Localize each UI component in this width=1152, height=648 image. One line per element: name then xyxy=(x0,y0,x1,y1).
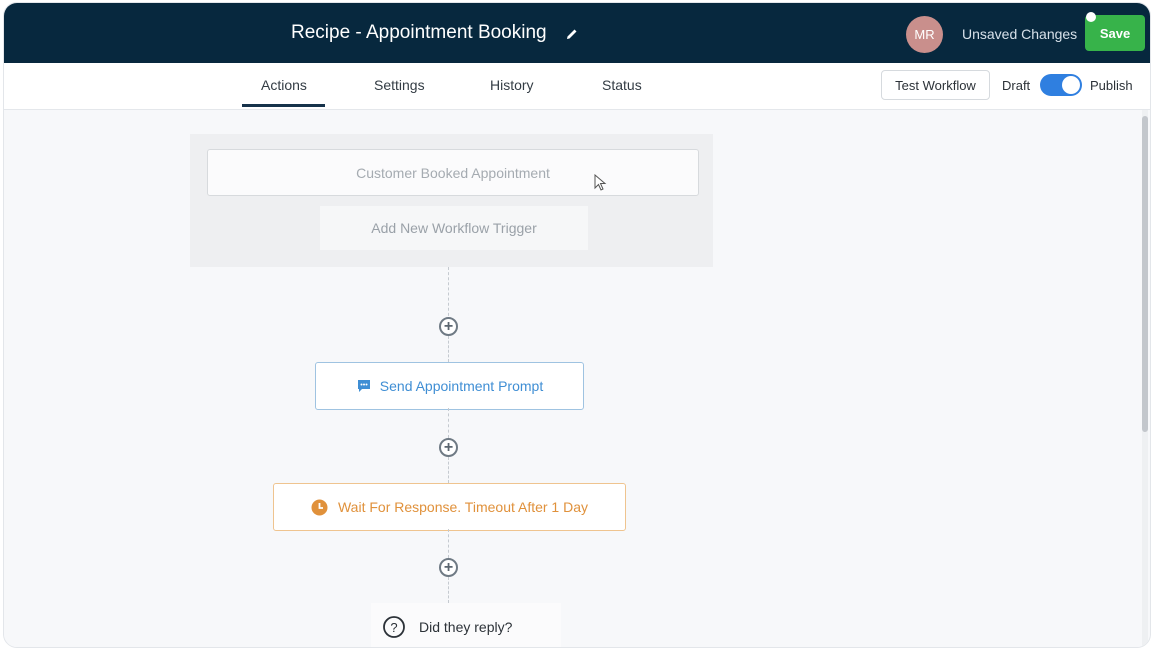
clock-icon xyxy=(311,499,328,515)
condition-step[interactable]: ? Did they reply? xyxy=(371,603,561,647)
test-workflow-button[interactable]: Test Workflow xyxy=(881,70,990,100)
workflow-title: Recipe - Appointment Booking xyxy=(291,22,547,43)
avatar[interactable]: MR xyxy=(906,16,943,53)
top-header: Recipe - Appointment Booking MR Unsaved … xyxy=(4,3,1150,63)
step-label: Send Appointment Prompt xyxy=(379,378,544,394)
mouse-cursor-icon xyxy=(594,174,607,191)
workflow-canvas: Customer Booked Appointment Add New Work… xyxy=(4,110,1150,647)
tab-actions[interactable]: Actions xyxy=(261,77,307,93)
publish-toggle[interactable] xyxy=(1040,74,1082,96)
scrollbar-thumb[interactable] xyxy=(1142,116,1148,432)
connector-line xyxy=(448,408,449,438)
tab-history[interactable]: History xyxy=(490,77,534,93)
connector-line xyxy=(448,267,449,321)
wait-for-response-step[interactable]: Wait For Response. Timeout After 1 Day xyxy=(273,483,626,531)
send-appointment-prompt-step[interactable]: Send Appointment Prompt xyxy=(315,362,584,410)
notification-dot xyxy=(1086,12,1096,22)
draft-label: Draft xyxy=(1002,78,1031,93)
question-icon: ? xyxy=(383,616,405,638)
add-step-plus-icon[interactable]: + xyxy=(439,438,458,457)
add-trigger-button[interactable]: Add New Workflow Trigger xyxy=(320,206,588,250)
trigger-panel: Customer Booked Appointment Add New Work… xyxy=(190,134,713,267)
tab-bar: Actions Settings History Status Test Wor… xyxy=(4,63,1150,110)
connector-line xyxy=(448,457,449,483)
active-tab-indicator xyxy=(242,104,325,107)
chat-icon xyxy=(357,380,370,392)
connector-line xyxy=(448,577,449,603)
toggle-knob xyxy=(1062,76,1080,94)
add-step-plus-icon[interactable]: + xyxy=(439,558,458,577)
tab-settings[interactable]: Settings xyxy=(374,77,425,93)
svg-text:?: ? xyxy=(390,620,397,635)
step-label: Did they reply? xyxy=(419,619,513,635)
app-window: Recipe - Appointment Booking MR Unsaved … xyxy=(3,2,1151,648)
connector-line xyxy=(448,529,449,558)
publish-label: Publish xyxy=(1090,78,1133,93)
edit-pencil-icon[interactable] xyxy=(565,27,579,41)
connector-line xyxy=(448,336,449,362)
tab-status[interactable]: Status xyxy=(602,77,642,93)
trigger-card[interactable]: Customer Booked Appointment xyxy=(207,149,699,196)
unsaved-changes-status: Unsaved Changes xyxy=(962,26,1078,42)
step-label: Wait For Response. Timeout After 1 Day xyxy=(337,499,589,515)
add-step-plus-icon[interactable]: + xyxy=(439,317,458,336)
